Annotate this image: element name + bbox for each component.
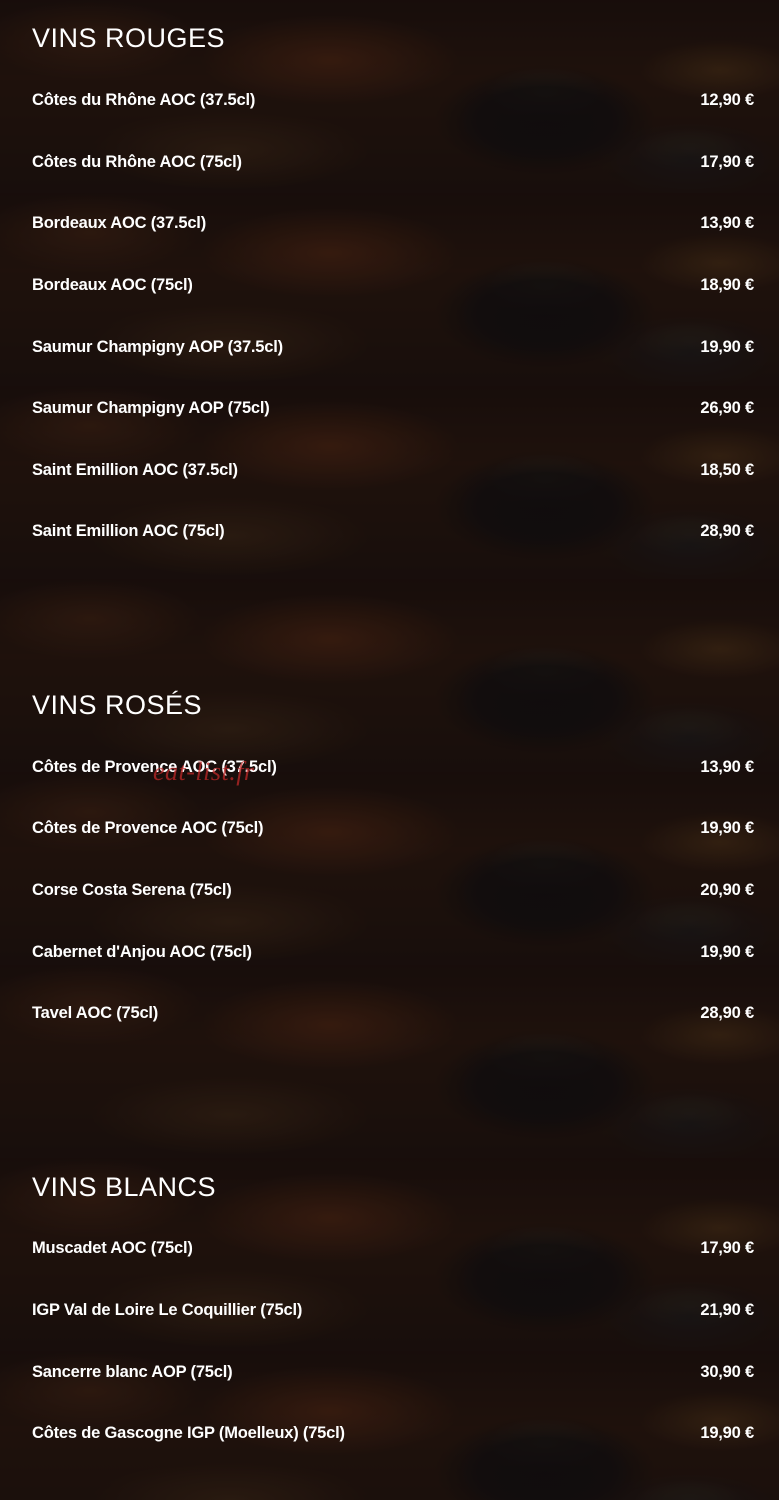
menu-item: Cabernet d'Anjou AOC (75cl) 19,90 € — [32, 940, 754, 964]
item-price: 19,90 € — [700, 337, 754, 356]
item-name: Bordeaux AOC (37.5cl) — [32, 213, 206, 232]
item-name: Tavel AOC (75cl) — [32, 1003, 159, 1022]
item-name: IGP Val de Loire Le Coquillier (75cl) — [32, 1300, 303, 1319]
item-name: Bordeaux AOC (75cl) — [32, 275, 193, 294]
item-name: Saint Emillion AOC (75cl) — [32, 521, 225, 540]
item-name: Muscadet AOC (75cl) — [32, 1238, 193, 1257]
item-price: 30,90 € — [700, 1362, 754, 1381]
item-price: 21,90 € — [700, 1300, 754, 1319]
menu-item: Corse Costa Serena (75cl) 20,90 € — [32, 878, 754, 902]
item-price: 19,90 € — [700, 1423, 754, 1442]
menu-item: Côtes de Provence AOC (37.5cl) 13,90 € — [32, 755, 754, 779]
item-price: 20,90 € — [700, 880, 754, 899]
menu-item: Côtes de Gascogne IGP (Moelleux) (75cl) … — [32, 1421, 754, 1445]
item-price: 19,90 € — [700, 818, 754, 837]
item-name: Saint Emillion AOC (37.5cl) — [32, 460, 238, 479]
item-name: Sancerre blanc AOP (75cl) — [32, 1362, 233, 1381]
section-title-vins-rouges: VINS ROUGES — [32, 23, 226, 53]
item-name: Côtes de Provence AOC (75cl) — [32, 818, 264, 837]
item-price: 12,90 € — [700, 90, 754, 109]
item-price: 18,50 € — [700, 460, 754, 479]
menu-item: Sancerre blanc AOP (75cl) 30,90 € — [32, 1360, 754, 1384]
item-price: 28,90 € — [700, 521, 754, 540]
item-price: 17,90 € — [700, 152, 754, 171]
item-price: 13,90 € — [700, 757, 754, 776]
item-name: Côtes du Rhône AOC (37.5cl) — [32, 90, 256, 109]
menu-item: Saint Emillion AOC (75cl) 28,90 € — [32, 519, 754, 543]
menu-item: Côtes du Rhône AOC (75cl) 17,90 € — [32, 150, 754, 174]
item-price: 26,90 € — [700, 398, 754, 417]
wine-menu: VINS ROUGES Côtes du Rhône AOC (37.5cl) … — [0, 0, 779, 1500]
menu-item: Saumur Champigny AOP (37.5cl) 19,90 € — [32, 335, 754, 359]
menu-item: Saumur Champigny AOP (75cl) 26,90 € — [32, 396, 754, 420]
watermark: eat-list.fr — [153, 757, 255, 786]
section-title-vins-roses: VINS ROSÉS — [32, 690, 203, 720]
menu-item: Côtes de Provence AOC (75cl) 19,90 € — [32, 816, 754, 840]
item-name: Saumur Champigny AOP (75cl) — [32, 398, 270, 417]
menu-item: Tavel AOC (75cl) 28,90 € — [32, 1001, 754, 1025]
item-name: Côtes de Gascogne IGP (Moelleux) (75cl) — [32, 1423, 345, 1442]
item-price: 13,90 € — [700, 213, 754, 232]
item-price: 19,90 € — [700, 942, 754, 961]
section-title-vins-blancs: VINS BLANCS — [32, 1172, 217, 1202]
menu-item: IGP Val de Loire Le Coquillier (75cl) 21… — [32, 1298, 754, 1322]
menu-item: Bordeaux AOC (75cl) 18,90 € — [32, 273, 754, 297]
item-price: 18,90 € — [700, 275, 754, 294]
item-price: 17,90 € — [700, 1238, 754, 1257]
menu-item: Saint Emillion AOC (37.5cl) 18,50 € — [32, 458, 754, 482]
menu-item: Bordeaux AOC (37.5cl) 13,90 € — [32, 211, 754, 235]
menu-item: Muscadet AOC (75cl) 17,90 € — [32, 1236, 754, 1260]
item-name: Saumur Champigny AOP (37.5cl) — [32, 337, 283, 356]
item-name: Côtes du Rhône AOC (75cl) — [32, 152, 242, 171]
item-name: Cabernet d'Anjou AOC (75cl) — [32, 942, 252, 961]
item-price: 28,90 € — [700, 1003, 754, 1022]
item-name: Corse Costa Serena (75cl) — [32, 880, 232, 899]
menu-item: Côtes du Rhône AOC (37.5cl) 12,90 € — [32, 88, 754, 112]
